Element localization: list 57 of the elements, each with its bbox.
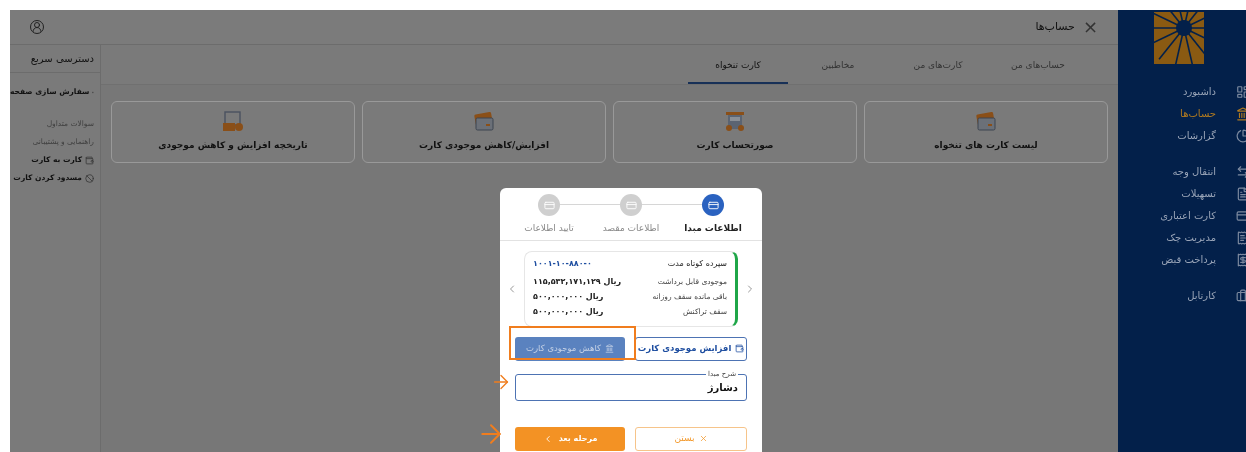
- user-icon[interactable]: [30, 20, 44, 34]
- sidebar-item[interactable]: داشبورد: [1182, 84, 1216, 100]
- card-label: تاریخچه افزایش و کاهش موجودی: [158, 139, 308, 153]
- sidebar-item[interactable]: گزارشات: [1177, 128, 1216, 144]
- cards-icon: [472, 111, 496, 134]
- tab[interactable]: کارت‌های من: [888, 58, 988, 84]
- menu-icon: [1236, 209, 1246, 223]
- card-icon: [735, 344, 745, 353]
- account-title: سپرده کوتاه مدت: [667, 257, 727, 270]
- step-icon: [707, 199, 719, 211]
- menu-icon: [1236, 253, 1246, 267]
- receipt-icon: [723, 111, 747, 134]
- next-button[interactable]: مرحله بعد: [515, 426, 625, 451]
- menu-icon: [1236, 231, 1246, 245]
- card-label: لیست کارت های تنخواه: [934, 139, 1038, 153]
- sidebar-item[interactable]: انتقال وجه: [1172, 164, 1216, 180]
- action-card[interactable]: لیست کارت های تنخواه: [864, 101, 1108, 163]
- cards-icon: [974, 111, 998, 134]
- page-title: حساب‌ها: [1035, 18, 1075, 35]
- sidebar-item[interactable]: حساب‌ها: [1180, 106, 1216, 122]
- card-label: افزایش/کاهش موجودی کارت: [419, 139, 549, 153]
- sidebar-item[interactable]: پرداخت قبض: [1161, 252, 1216, 268]
- action-card[interactable]: افزایش/کاهش موجودی کارت: [362, 101, 606, 163]
- close-button[interactable]: بستن: [635, 426, 747, 451]
- step-icon: [625, 199, 637, 211]
- calendar-icon: [221, 111, 245, 134]
- sidebar-item[interactable]: تسهیلات: [1181, 186, 1216, 202]
- row-value: ۵۰۰,۰۰۰,۰۰۰ ریال: [533, 305, 604, 318]
- option-button[interactable]: افزایش موجودی کارت: [635, 336, 747, 361]
- sidebar-item[interactable]: کارت اعتباری: [1160, 208, 1216, 224]
- field-value: دشارژ: [707, 380, 738, 395]
- menu-icon: [1236, 187, 1246, 201]
- step-label: اطلاعات مقصد: [602, 222, 660, 235]
- menu-icon: [1236, 129, 1246, 143]
- step-label: تایید اطلاعات: [524, 222, 574, 235]
- menu-icon: [1236, 85, 1246, 99]
- sidebar-item[interactable]: کارتابل: [1187, 288, 1216, 304]
- option-button[interactable]: کاهش موجودی کارت: [515, 336, 625, 361]
- tab[interactable]: حساب‌های من: [988, 58, 1088, 84]
- close-icon: [698, 434, 708, 443]
- panel-title: دسترسی سریع: [10, 45, 100, 73]
- row-value: ۵۰۰,۰۰۰,۰۰۰ ریال: [533, 290, 604, 303]
- sidebar-item[interactable]: مدیریت چک: [1166, 230, 1216, 246]
- close-button[interactable]: ×: [1082, 18, 1098, 36]
- menu-icon: [1236, 165, 1246, 179]
- action-card[interactable]: صورتحساب کارت: [613, 101, 857, 163]
- action-card[interactable]: تاریخچه افزایش و کاهش موجودی: [111, 101, 355, 163]
- tab[interactable]: مخاطبین: [788, 58, 888, 84]
- row-value: ۱۱۵,۵۳۲,۱۷۱,۱۲۹ ریال: [533, 275, 622, 288]
- account-number: ۱۰۰۱-۱۰-۸۸۰-۰: [533, 257, 592, 270]
- step-icon: [543, 199, 555, 211]
- tab[interactable]: کارت تنخواه: [688, 58, 788, 84]
- step-label: اطلاعات مبدا: [684, 222, 742, 235]
- menu-icon: [1236, 107, 1246, 121]
- bank-icon: [605, 344, 615, 353]
- menu-icon: [1236, 289, 1246, 303]
- card-label: صورتحساب کارت: [696, 139, 774, 153]
